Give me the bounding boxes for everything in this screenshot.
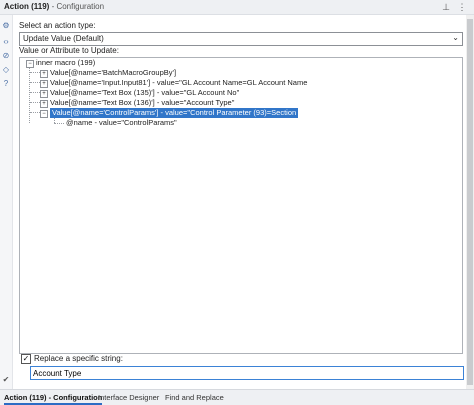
tree-item[interactable]: Value[@name='Text Box (135)'] - value="G…: [50, 88, 239, 98]
tag-icon[interactable]: ⊘: [1, 51, 11, 61]
tab-interface-designer[interactable]: Interface Designer: [98, 393, 159, 402]
pin-icon[interactable]: ⊥: [440, 1, 452, 13]
title-bold: Action (119): [4, 2, 50, 11]
tree-root[interactable]: inner macro (199): [36, 58, 95, 68]
action-type-value: Update Value (Default): [23, 34, 104, 43]
tree-item[interactable]: Value[@name='BatchMacroGroupBy']: [50, 68, 176, 78]
panel-titlebar: Action (119) - Configuration ⊥ ⋮: [0, 0, 474, 15]
chevron-down-icon: ⌄: [452, 33, 459, 42]
value-attribute-label: Value or Attribute to Update:: [19, 46, 119, 55]
help-icon[interactable]: ?: [1, 79, 11, 89]
expand-toggle[interactable]: +: [40, 90, 48, 98]
gear-icon[interactable]: ⚙: [1, 21, 11, 31]
code-icon[interactable]: ‹›: [1, 37, 11, 47]
scrollbar-thumb[interactable]: [467, 19, 473, 385]
vertical-scrollbar[interactable]: [466, 15, 474, 389]
panel-title: Action (119) - Configuration: [4, 2, 104, 11]
expand-toggle[interactable]: +: [40, 70, 48, 78]
tree-item[interactable]: Value[@name='Input.Input81'] - value="GL…: [50, 78, 307, 88]
bottom-tabs: Action (119) - Configuration Interface D…: [0, 389, 474, 405]
tree-item-selected[interactable]: Value[@name='ControlParams'] - value="Co…: [50, 108, 299, 118]
check-circle-icon[interactable]: ✔: [1, 375, 11, 385]
replace-string-input-box[interactable]: [30, 366, 464, 380]
left-icon-bar: ⚙ ‹› ⊘ ◇ ?: [0, 15, 13, 389]
replace-string-checkbox[interactable]: ✓: [21, 354, 31, 364]
expand-toggle[interactable]: +: [40, 100, 48, 108]
tree-child-item[interactable]: @name - value="ControlParams": [66, 118, 177, 128]
collapse-toggle[interactable]: −: [26, 60, 34, 68]
action-type-label: Select an action type:: [19, 21, 96, 30]
value-tree[interactable]: − inner macro (199) + Value[@name='Batch…: [19, 57, 463, 354]
tree-item[interactable]: Value[@name='Text Box (136)'] - value="A…: [50, 98, 234, 108]
replace-string-label: Replace a specific string:: [34, 354, 123, 363]
expand-toggle[interactable]: +: [40, 80, 48, 88]
tab-find-replace[interactable]: Find and Replace: [165, 393, 224, 402]
title-sub: - Configuration: [49, 2, 105, 11]
config-content: Select an action type: Update Value (Def…: [16, 15, 466, 389]
action-type-select[interactable]: Update Value (Default) ⌄: [19, 32, 463, 46]
replace-string-input[interactable]: [33, 367, 453, 379]
collapse-toggle[interactable]: −: [40, 110, 48, 118]
more-options-icon[interactable]: ⋮: [456, 1, 468, 13]
tab-configuration[interactable]: Action (119) - Configuration: [4, 393, 103, 405]
label-icon[interactable]: ◇: [1, 65, 11, 75]
